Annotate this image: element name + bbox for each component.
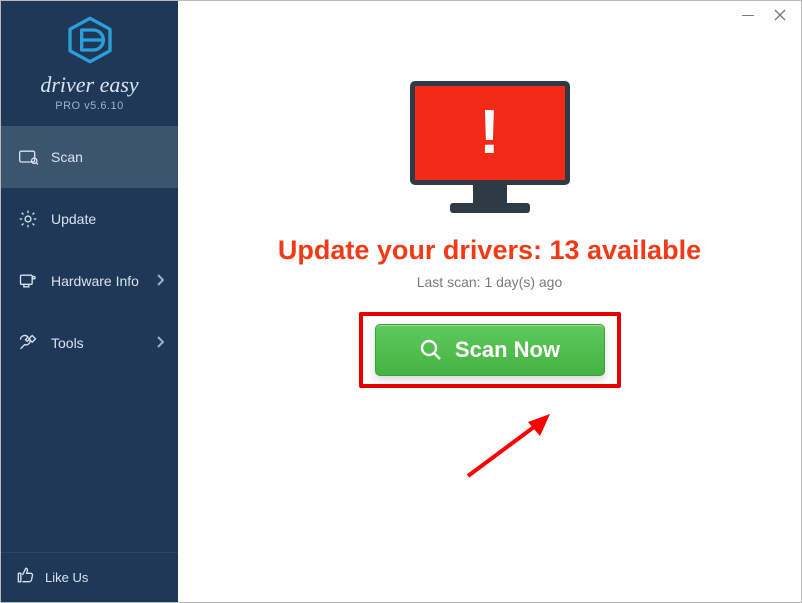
annotation-arrow (458, 406, 578, 486)
sidebar: driver easy PRO v5.6.10 Scan Update H (1, 1, 178, 602)
app-window: driver easy PRO v5.6.10 Scan Update H (0, 0, 802, 603)
sidebar-footer: Like Us (1, 552, 178, 602)
brand-name: driver easy (1, 72, 178, 98)
sidebar-item-hardware[interactable]: Hardware Info (1, 250, 178, 312)
thumbs-up-icon[interactable] (15, 565, 35, 590)
scan-icon (17, 146, 39, 168)
sidebar-item-scan[interactable]: Scan (1, 126, 178, 188)
like-us-label[interactable]: Like Us (45, 570, 88, 585)
cta-highlight-box: Scan Now (359, 312, 621, 388)
last-scan-text: Last scan: 1 day(s) ago (417, 274, 563, 290)
tools-icon (17, 332, 39, 354)
titlebar (727, 1, 801, 29)
alert-monitor-icon: ! (410, 81, 570, 213)
exclamation-icon: ! (479, 102, 500, 164)
minimize-button[interactable] (741, 8, 755, 22)
scan-now-button[interactable]: Scan Now (375, 324, 605, 376)
cta-label: Scan Now (455, 337, 560, 363)
close-button[interactable] (773, 8, 787, 22)
nav-list: Scan Update Hardware Info (1, 126, 178, 374)
hardware-icon (17, 270, 39, 292)
sidebar-item-label: Tools (51, 335, 84, 351)
sidebar-item-update[interactable]: Update (1, 188, 178, 250)
search-icon (419, 338, 443, 362)
brand-version: PRO v5.6.10 (1, 100, 178, 112)
logo-icon (65, 52, 115, 69)
gear-icon (17, 208, 39, 230)
main-pane: ! Update your drivers: 13 available Last… (178, 1, 801, 602)
sidebar-item-label: Update (51, 211, 96, 227)
sidebar-item-label: Scan (51, 149, 83, 165)
update-headline: Update your drivers: 13 available (278, 235, 701, 266)
sidebar-item-tools[interactable]: Tools (1, 312, 178, 374)
chevron-right-icon (156, 336, 164, 351)
brand-block: driver easy PRO v5.6.10 (1, 1, 178, 120)
sidebar-item-label: Hardware Info (51, 273, 139, 289)
chevron-right-icon (156, 274, 164, 289)
